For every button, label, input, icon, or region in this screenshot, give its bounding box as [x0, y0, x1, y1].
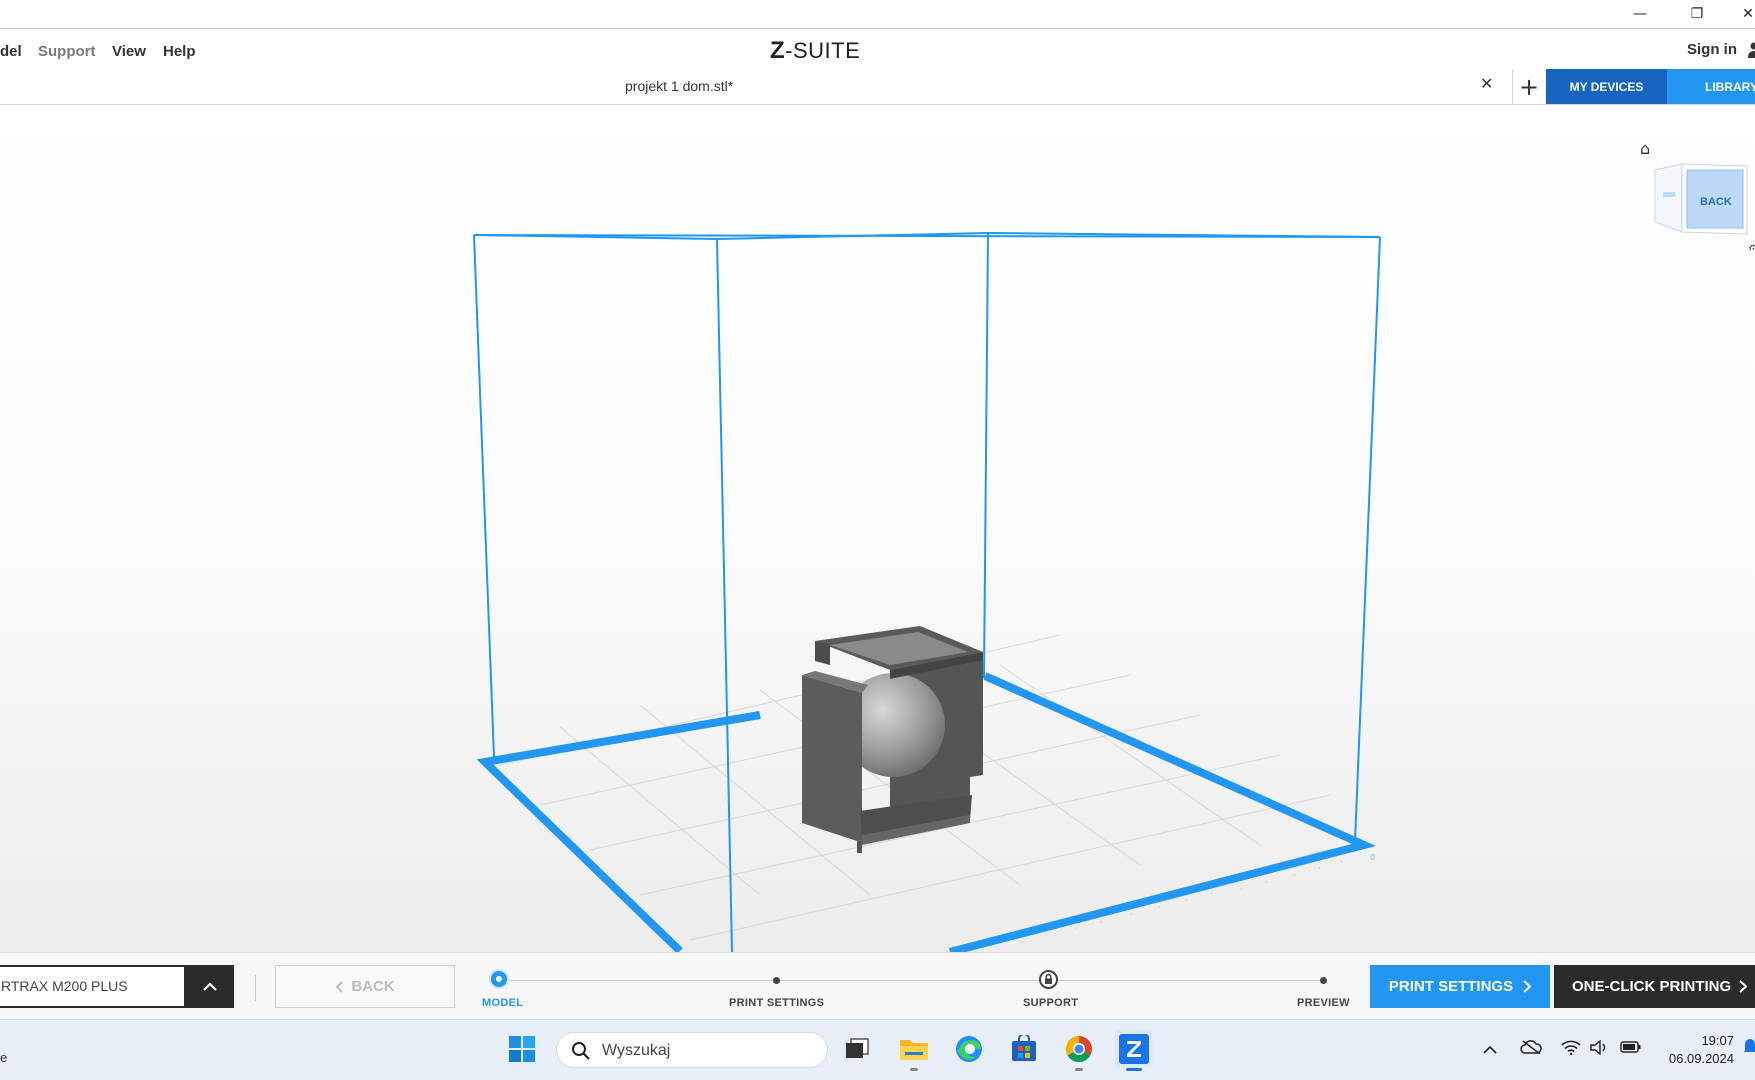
- step-support[interactable]: SUPPORT: [1023, 997, 1078, 1009]
- clock-time: 19:07: [1650, 1032, 1734, 1050]
- divider: [255, 975, 256, 1001]
- one-click-label: ONE-CLICK PRINTING: [1572, 978, 1731, 995]
- svg-text:·: ·: [1210, 890, 1213, 899]
- add-tab-button[interactable]: +: [1512, 69, 1545, 104]
- edge-icon: [954, 1034, 984, 1064]
- app-logo: Z-SUITE: [770, 37, 860, 65]
- notification-bell-icon[interactable]: [1744, 1038, 1755, 1060]
- search-icon: [571, 1041, 591, 1061]
- workflow-bar: RTRAX M200 PLUS BACK MODEL PRINT SETTING…: [0, 952, 1755, 1019]
- menu-view[interactable]: View: [112, 43, 146, 60]
- svg-text:·: ·: [1265, 878, 1268, 887]
- user-icon[interactable]: [1747, 42, 1755, 58]
- svg-text:·: ·: [1240, 885, 1243, 894]
- chrome-button[interactable]: [1060, 1030, 1098, 1068]
- active-indicator: [1126, 1068, 1142, 1071]
- search-placeholder: Wyszukaj: [602, 1042, 670, 1060]
- step-preview[interactable]: PREVIEW: [1297, 997, 1350, 1009]
- close-window-button[interactable]: ✕: [1725, 0, 1755, 28]
- system-clock[interactable]: 19:07 06.09.2024: [1650, 1032, 1734, 1068]
- svg-text:·: ·: [1020, 938, 1023, 947]
- step-print-settings[interactable]: PRINT SETTINGS: [729, 997, 824, 1009]
- chevron-left-icon: [335, 981, 343, 993]
- lock-icon: [1039, 970, 1058, 989]
- svg-text:·: ·: [1158, 903, 1161, 912]
- chevron-right-icon: [1739, 980, 1747, 993]
- home-icon[interactable]: ⌂: [1640, 139, 1650, 158]
- store-icon: [1010, 1035, 1038, 1063]
- running-indicator: [1075, 1068, 1083, 1071]
- step-print-settings-indicator[interactable]: [773, 977, 780, 984]
- chevron-right-icon: [1523, 980, 1531, 993]
- library-button[interactable]: LIBRARY: [1667, 69, 1755, 104]
- navigation-cube[interactable]: BACK ⚙: [1652, 162, 1755, 250]
- menu-model[interactable]: del: [0, 43, 22, 60]
- minimize-button[interactable]: —: [1617, 0, 1663, 28]
- clock-date: 06.09.2024: [1650, 1050, 1734, 1068]
- back-label: BACK: [351, 978, 394, 995]
- battery-icon[interactable]: [1620, 1040, 1642, 1058]
- steps-track: [502, 980, 1324, 981]
- svg-text:·: ·: [1293, 871, 1296, 880]
- close-tab-icon[interactable]: ✕: [1480, 74, 1493, 93]
- logo-text: -SUITE: [785, 38, 860, 63]
- svg-text:0: 0: [1370, 853, 1375, 862]
- project-tab[interactable]: projekt 1 dom.stl*: [625, 78, 733, 94]
- volume-icon[interactable]: [1590, 1040, 1610, 1059]
- step-model-indicator[interactable]: [491, 971, 507, 987]
- zsuite-taskbar-button[interactable]: [1115, 1030, 1153, 1068]
- running-indicator: [910, 1068, 918, 1071]
- taskbar-edge-text: e: [0, 1050, 7, 1065]
- sign-in-link[interactable]: Sign in: [1687, 41, 1737, 58]
- task-view-icon: [844, 1037, 870, 1061]
- build-volume-frame: [474, 233, 1380, 952]
- menu-support[interactable]: Support: [38, 43, 96, 60]
- my-devices-button[interactable]: MY DEVICES: [1546, 69, 1667, 104]
- svg-text:·: ·: [1185, 896, 1188, 905]
- printer-selector[interactable]: RTRAX M200 PLUS: [0, 965, 186, 1008]
- print-settings-label: PRINT SETTINGS: [1389, 978, 1513, 995]
- back-button[interactable]: BACK: [275, 965, 455, 1008]
- menu-bar: del Support View Help Z-SUITE Sign in: [0, 28, 1755, 70]
- wifi-icon[interactable]: [1561, 1040, 1581, 1059]
- start-button[interactable]: [503, 1030, 541, 1068]
- svg-text:·: ·: [1045, 931, 1048, 940]
- svg-text:·: ·: [1100, 918, 1103, 927]
- print-settings-button[interactable]: PRINT SETTINGS: [1370, 965, 1550, 1008]
- store-button[interactable]: [1005, 1030, 1043, 1068]
- restore-button[interactable]: ❐: [1674, 0, 1720, 28]
- model-object[interactable]: [802, 626, 983, 853]
- one-click-printing-button[interactable]: ONE-CLICK PRINTING: [1554, 965, 1755, 1008]
- taskbar-search[interactable]: Wyszukaj: [556, 1032, 828, 1068]
- file-explorer-button[interactable]: [895, 1030, 933, 1068]
- task-view-button[interactable]: [838, 1030, 876, 1068]
- chevron-up-icon[interactable]: [1483, 1040, 1497, 1058]
- folder-icon: [899, 1036, 929, 1062]
- chevron-up-icon: [203, 982, 217, 992]
- windows-start-icon: [508, 1035, 536, 1063]
- os-taskbar: e Wyszukaj: [0, 1019, 1755, 1080]
- chrome-icon: [1064, 1034, 1094, 1064]
- printer-toggle-button[interactable]: [186, 965, 234, 1008]
- edge-browser-button[interactable]: [950, 1030, 988, 1068]
- step-preview-indicator[interactable]: [1320, 977, 1327, 984]
- step-model[interactable]: MODEL: [482, 997, 523, 1009]
- navcube-face-label: BACK: [1700, 196, 1732, 208]
- svg-text:·: ·: [1340, 858, 1343, 867]
- svg-text:·: ·: [1075, 924, 1078, 933]
- scene-canvas: 0 · · · · · · · · · · · · ·: [0, 105, 1755, 952]
- onedrive-icon[interactable]: [1520, 1040, 1542, 1058]
- window-titlebar: — ❐ ✕: [0, 0, 1755, 28]
- svg-text:·: ·: [1318, 864, 1321, 873]
- svg-text:⚙: ⚙: [1748, 242, 1755, 250]
- svg-text:·: ·: [1130, 910, 1133, 919]
- logo-mark: Z: [770, 37, 785, 64]
- 3d-viewport[interactable]: 0 · · · · · · · · · · · · ·: [0, 105, 1755, 952]
- axis-ticks: 0 · · · · · · · · · · · · ·: [1020, 853, 1375, 947]
- menu-help[interactable]: Help: [163, 43, 196, 60]
- zsuite-icon: [1119, 1034, 1149, 1064]
- tab-bar: projekt 1 dom.stl* ✕ + MY DEVICES LIBRAR…: [0, 69, 1755, 105]
